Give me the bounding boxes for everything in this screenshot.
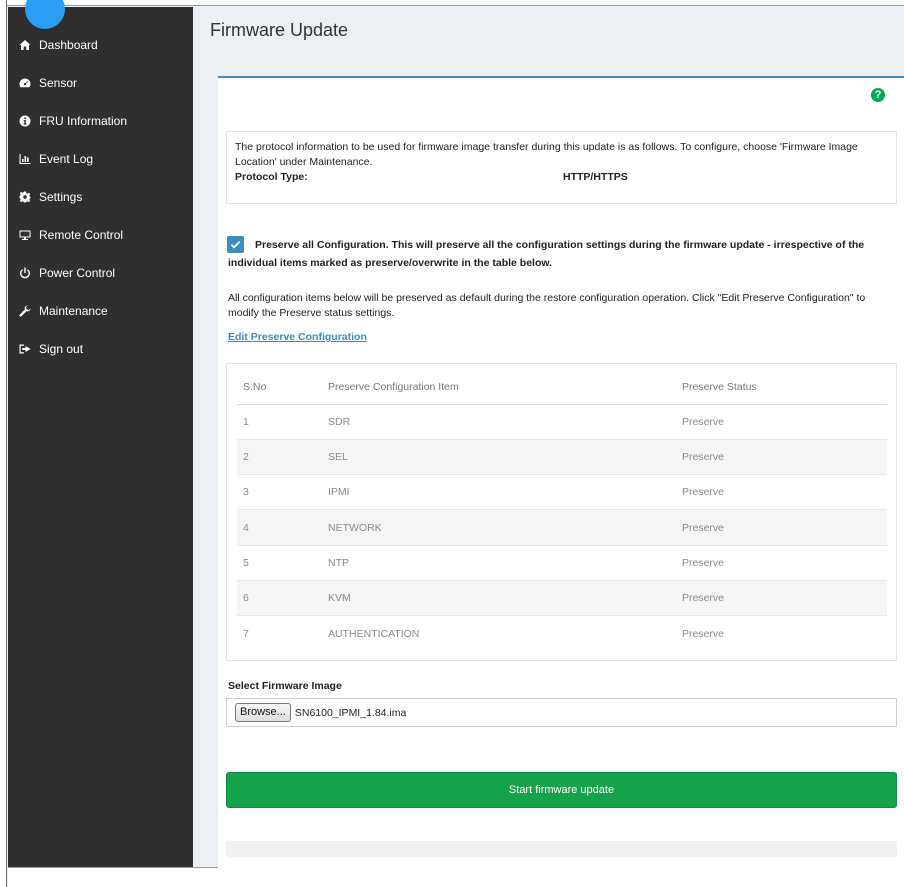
preserve-all-label: Preserve all Configuration. This will pr… [228, 239, 865, 269]
wrench-icon [19, 305, 31, 317]
cell-item: NETWORK [327, 509, 681, 546]
preserve-info-text: All configuration items below will be pr… [228, 292, 866, 319]
protocol-description: The protocol information to be used for … [235, 141, 858, 168]
tachometer-icon [19, 77, 31, 89]
sidebar-item-sign-out[interactable]: Sign out [8, 330, 193, 368]
protocol-info-box: The protocol information to be used for … [226, 131, 897, 204]
cell-status: Preserve [681, 544, 887, 581]
cell-item: NTP [327, 544, 681, 581]
home-icon [19, 39, 31, 51]
cell-sno: 6 [237, 579, 327, 616]
bar-chart-icon [19, 153, 31, 165]
table-row: 4 NETWORK Preserve [237, 509, 887, 546]
sidebar-nav: Dashboard Sensor FRU Information Event L… [8, 26, 193, 368]
firmware-file-input[interactable]: Browse... SN6100_IPMI_1.84.ima [226, 698, 897, 727]
cell-status: Preserve [681, 438, 887, 475]
table-row: 1 SDR Preserve [237, 403, 887, 440]
power-icon [19, 267, 31, 279]
sidebar: Dashboard Sensor FRU Information Event L… [8, 0, 193, 867]
help-icon[interactable]: ? [871, 88, 885, 102]
table-row: 2 SEL Preserve [237, 438, 887, 475]
sidebar-item-label: FRU Information [39, 114, 128, 128]
window-top-frame [0, 0, 904, 6]
sidebar-item-label: Sign out [39, 342, 84, 356]
column-header-sno: S.No [237, 370, 327, 405]
sidebar-item-label: Remote Control [39, 228, 124, 242]
sidebar-item-event-log[interactable]: Event Log [8, 140, 193, 178]
logo [25, 0, 65, 29]
edit-preserve-configuration-link[interactable]: Edit Preserve Configuration [228, 331, 367, 343]
cell-status: Preserve [681, 474, 887, 510]
preserve-config-table-panel: S.No Preserve Configuration Item Preserv… [226, 363, 897, 661]
cell-item: KVM [327, 579, 681, 616]
sidebar-item-dashboard[interactable]: Dashboard [8, 26, 193, 64]
firmware-progress-bar [226, 841, 897, 857]
table-row: 7 AUTHENTICATION Preserve [237, 615, 887, 652]
cell-sno: 1 [237, 403, 327, 440]
check-icon [230, 241, 241, 249]
sidebar-item-label: Power Control [39, 266, 116, 280]
cell-sno: 3 [237, 474, 327, 510]
gear-icon [19, 191, 31, 203]
preserve-config-table: S.No Preserve Configuration Item Preserv… [237, 370, 887, 652]
protocol-type-label: Protocol Type: [235, 171, 308, 183]
window-left-frame [0, 0, 7, 887]
sign-out-icon [19, 343, 31, 355]
cell-item: IPMI [327, 474, 681, 510]
cell-status: Preserve [681, 615, 887, 652]
table-row: 6 KVM Preserve [237, 579, 887, 616]
sidebar-item-remote-control[interactable]: Remote Control [8, 216, 193, 254]
select-firmware-label: Select Firmware Image [228, 680, 342, 692]
cell-status: Preserve [681, 509, 887, 546]
cell-item: AUTHENTICATION [327, 615, 681, 652]
sidebar-item-label: Maintenance [39, 304, 108, 318]
sidebar-item-label: Settings [39, 190, 83, 204]
sidebar-item-sensor[interactable]: Sensor [8, 64, 193, 102]
monitor-icon [19, 229, 31, 241]
cell-sno: 5 [237, 544, 327, 581]
cell-sno: 7 [237, 615, 327, 652]
sidebar-item-label: Dashboard [39, 38, 98, 52]
cell-item: SEL [327, 438, 681, 475]
cell-sno: 4 [237, 509, 327, 546]
table-row: 5 NTP Preserve [237, 544, 887, 581]
column-header-status: Preserve Status [681, 370, 887, 405]
table-header-row: S.No Preserve Configuration Item Preserv… [237, 370, 887, 405]
selected-file-name: SN6100_IPMI_1.84.ima [294, 706, 407, 719]
preserve-all-checkbox[interactable] [227, 236, 244, 253]
sidebar-item-settings[interactable]: Settings [8, 178, 193, 216]
browse-button[interactable]: Browse... [235, 703, 291, 722]
sidebar-item-label: Sensor [39, 76, 78, 90]
sidebar-item-fru-information[interactable]: FRU Information [8, 102, 193, 140]
sidebar-item-power-control[interactable]: Power Control [8, 254, 193, 292]
protocol-type-value: HTTP/HTTPS [563, 171, 628, 183]
cell-item: SDR [327, 403, 681, 440]
cell-status: Preserve [681, 403, 887, 440]
cell-status: Preserve [681, 579, 887, 616]
sidebar-item-maintenance[interactable]: Maintenance [8, 292, 193, 330]
start-firmware-update-button[interactable]: Start firmware update [226, 772, 897, 808]
sidebar-item-label: Event Log [39, 152, 94, 166]
protocol-type-row: Protocol Type: HTTP/HTTPS [235, 170, 888, 185]
table-row: 3 IPMI Preserve [237, 474, 887, 510]
info-circle-icon [19, 115, 31, 127]
page-title: Firmware Update [210, 20, 349, 40]
cell-sno: 2 [237, 438, 327, 475]
column-header-item: Preserve Configuration Item [327, 370, 681, 405]
